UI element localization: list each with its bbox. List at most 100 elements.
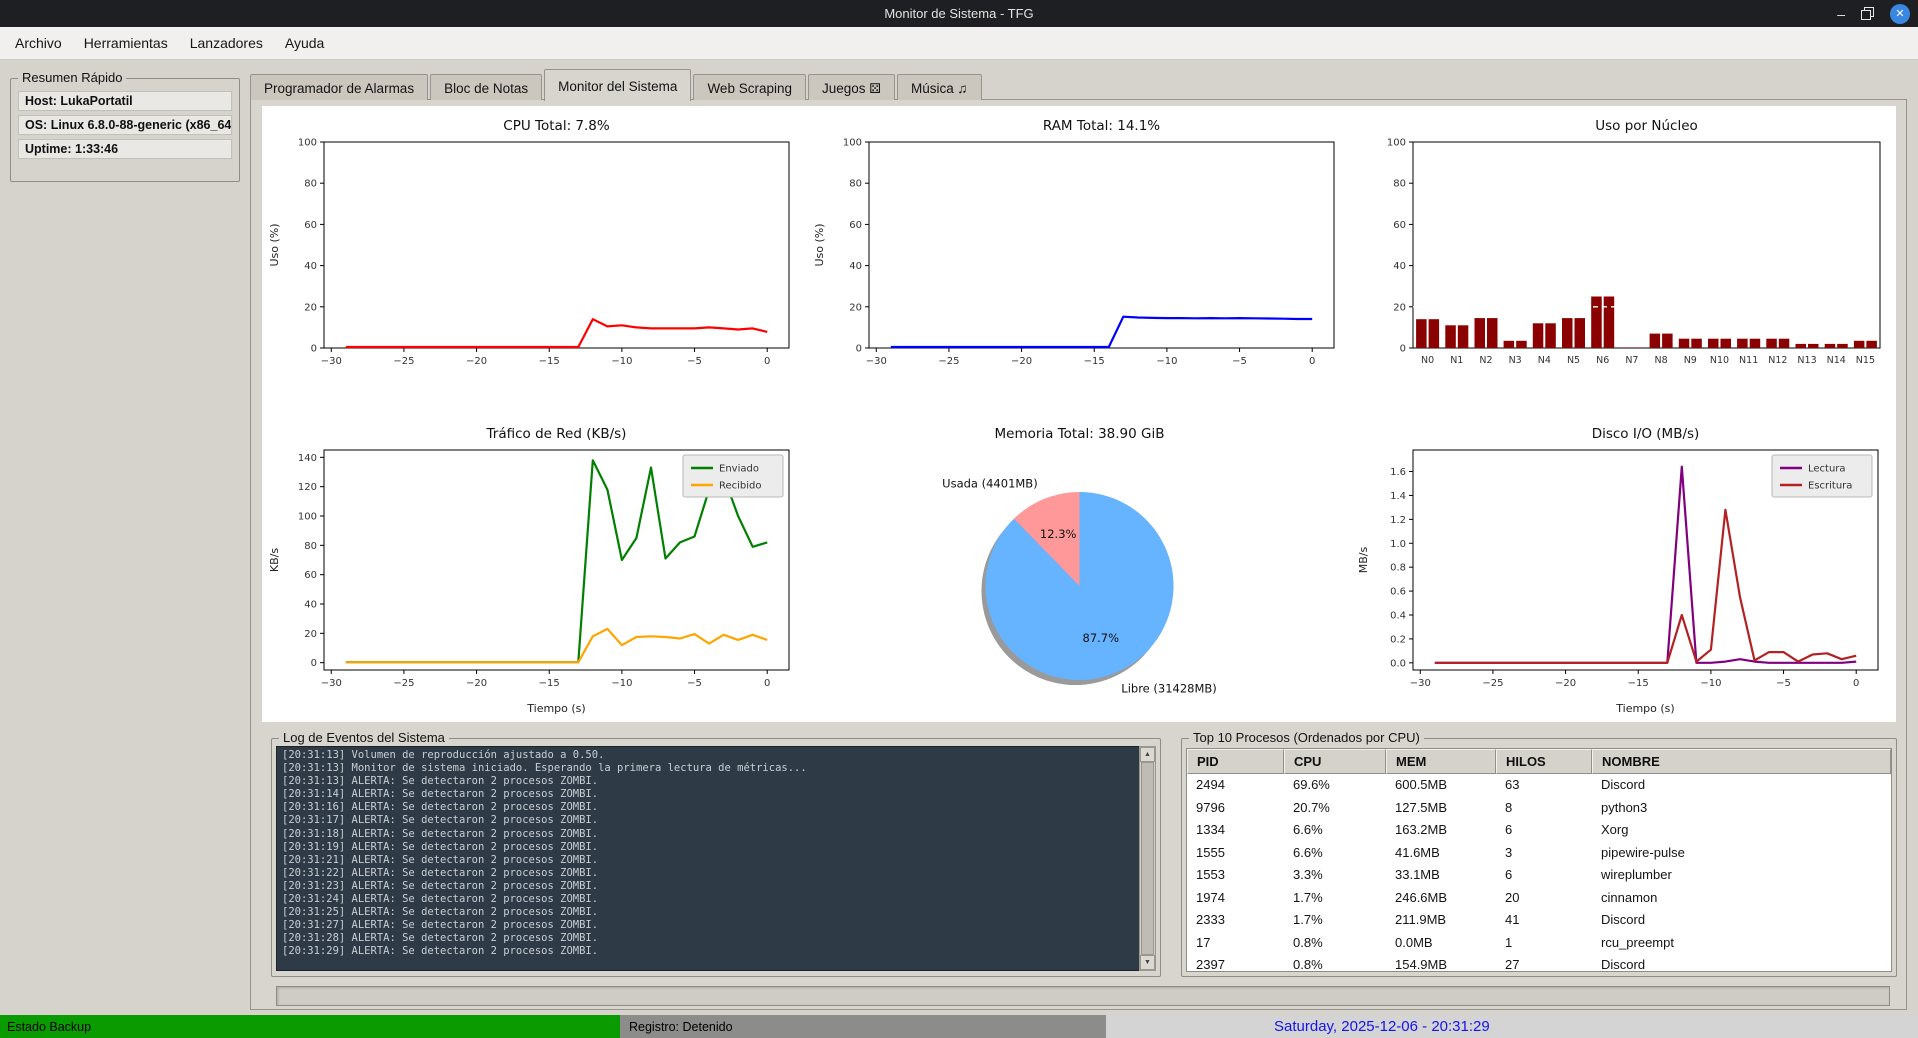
svg-text:N11: N11 [1739, 355, 1758, 366]
log-line: [20:31:18] ALERTA: Se detectaron 2 proce… [282, 828, 1139, 841]
svg-text:Recibido: Recibido [719, 481, 762, 492]
tab-juegos[interactable]: Juegos ⚄ [808, 74, 895, 100]
column-header-mem[interactable]: MEM [1386, 749, 1496, 774]
menu-item-ayuda[interactable]: Ayuda [274, 30, 335, 56]
svg-text:87.7%: 87.7% [1083, 631, 1120, 645]
close-button[interactable]: ✕ [1890, 4, 1910, 24]
table-row[interactable]: 19741.7%246.6MB20cinnamon [1187, 887, 1891, 910]
table-row[interactable]: 15533.3%33.1MB6wireplumber [1187, 864, 1891, 887]
scroll-up-icon[interactable]: ▲ [1140, 747, 1155, 762]
svg-text:−15: −15 [1628, 678, 1649, 689]
column-header-hilos[interactable]: HILOS [1496, 749, 1592, 774]
menu-item-lanzadores[interactable]: Lanzadores [179, 30, 274, 56]
svg-text:12.3%: 12.3% [1040, 527, 1077, 541]
svg-text:N10: N10 [1710, 355, 1729, 366]
svg-text:100: 100 [298, 138, 317, 149]
tab-programador-de-alarmas[interactable]: Programador de Alarmas [250, 74, 428, 100]
status-datetime: Saturday, 2025-12-06 - 20:31:29 [1106, 1015, 1918, 1038]
table-row[interactable]: 23970.8%154.9MB27Discord [1187, 954, 1891, 972]
table-cell: 1334 [1187, 819, 1284, 842]
scroll-down-icon[interactable]: ▼ [1140, 955, 1155, 970]
svg-text:100: 100 [298, 512, 317, 523]
table-cell: 1 [1496, 932, 1592, 955]
tab-bloc-de-notas[interactable]: Bloc de Notas [430, 74, 542, 100]
monitor-tab-panel: CPU Total: 7.8%020406080100−30−25−20−15−… [250, 99, 1907, 1010]
svg-text:−5: −5 [687, 356, 702, 367]
table-row[interactable]: 170.8%0.0MB1rcu_preempt [1187, 932, 1891, 955]
statusbar: Estado Backup Registro: Detenido Saturda… [0, 1015, 1918, 1038]
table-cell: 9796 [1187, 797, 1284, 820]
svg-text:60: 60 [304, 570, 317, 581]
table-cell: 63 [1496, 774, 1592, 797]
tab-web-scraping[interactable]: Web Scraping [693, 74, 806, 100]
table-cell: 1.7% [1284, 887, 1386, 910]
svg-text:Libre (31428MB): Libre (31428MB) [1121, 682, 1216, 696]
process-table-title: Top 10 Procesos (Ordenados por CPU) [1189, 730, 1424, 745]
table-cell: python3 [1592, 797, 1891, 820]
svg-text:60: 60 [304, 220, 317, 231]
svg-text:40: 40 [304, 600, 317, 611]
table-cell: 1553 [1187, 864, 1284, 887]
status-datetime-label: Saturday, 2025-12-06 - 20:31:29 [1274, 1018, 1490, 1035]
log-line: [20:31:13] Monitor de sistema iniciado. … [282, 762, 1139, 775]
log-groupbox: Log de Eventos del Sistema [20:31:13] Vo… [271, 738, 1161, 977]
log-title: Log de Eventos del Sistema [279, 730, 449, 745]
svg-text:20: 20 [304, 629, 317, 640]
log-line: [20:31:28] ALERTA: Se detectaron 2 proce… [282, 932, 1139, 945]
ram-total-chart: RAM Total: 14.1%020406080100−30−25−20−15… [807, 106, 1352, 406]
svg-text:N9: N9 [1684, 355, 1697, 366]
tab-bar: Programador de AlarmasBloc de NotasMonit… [250, 69, 982, 100]
os-info: OS: Linux 6.8.0-88-generic (x86_64) [18, 115, 232, 135]
table-cell: 2333 [1187, 909, 1284, 932]
table-cell: 3 [1496, 842, 1592, 865]
log-line: [20:31:23] ALERTA: Se detectaron 2 proce… [282, 880, 1139, 893]
table-row[interactable]: 979620.7%127.5MB8python3 [1187, 797, 1891, 820]
log-line: [20:31:13] ALERTA: Se detectaron 2 proce… [282, 775, 1139, 788]
log-line: [20:31:14] ALERTA: Se detectaron 2 proce… [282, 788, 1139, 801]
titlebar[interactable]: Monitor de Sistema - TFG – ✕ [0, 0, 1918, 27]
svg-text:80: 80 [304, 541, 317, 552]
svg-text:0: 0 [764, 356, 770, 367]
svg-text:1.4: 1.4 [1390, 491, 1406, 502]
svg-text:−20: −20 [466, 356, 487, 367]
column-header-cpu[interactable]: CPU [1284, 749, 1386, 774]
svg-text:N6: N6 [1596, 355, 1609, 366]
table-row[interactable]: 15556.6%41.6MB3pipewire-pulse [1187, 842, 1891, 865]
svg-text:Tiempo (s): Tiempo (s) [526, 702, 585, 715]
menu-item-herramientas[interactable]: Herramientas [73, 30, 179, 56]
table-cell: 6 [1496, 864, 1592, 887]
table-cell: 8 [1496, 797, 1592, 820]
svg-text:60: 60 [849, 220, 862, 231]
svg-text:−25: −25 [393, 356, 414, 367]
charts-figure: CPU Total: 7.8%020406080100−30−25−20−15−… [262, 106, 1896, 722]
table-row[interactable]: 23331.7%211.9MB41Discord [1187, 909, 1891, 932]
svg-text:Uso (%): Uso (%) [268, 223, 281, 266]
svg-text:0: 0 [1400, 344, 1406, 355]
menubar: Archivo Herramientas Lanzadores Ayuda [0, 27, 1918, 60]
svg-text:0: 0 [856, 344, 862, 355]
svg-text:20: 20 [849, 302, 862, 313]
svg-text:−30: −30 [866, 356, 887, 367]
menu-item-archivo[interactable]: Archivo [4, 30, 73, 56]
svg-text:Disco I/O (MB/s): Disco I/O (MB/s) [1592, 426, 1700, 442]
tab-m-sica[interactable]: Música ♫ [897, 74, 982, 100]
log-scrollbar[interactable]: ▲ ▼ [1139, 746, 1156, 971]
log-line: [20:31:24] ALERTA: Se detectaron 2 proce… [282, 893, 1139, 906]
table-cell: 211.9MB [1386, 909, 1496, 932]
table-row[interactable]: 249469.6%600.5MB63Discord [1187, 774, 1891, 797]
maximize-button[interactable] [1861, 7, 1874, 20]
column-header-nombre[interactable]: NOMBRE [1592, 749, 1891, 774]
tab-monitor-del-sistema[interactable]: Monitor del Sistema [544, 69, 691, 101]
svg-text:Escritura: Escritura [1808, 481, 1852, 492]
process-table-header: PIDCPUMEMHILOSNOMBRE [1187, 749, 1891, 774]
table-cell: 0.0MB [1386, 932, 1496, 955]
table-row[interactable]: 13346.6%163.2MB6Xorg [1187, 819, 1891, 842]
column-header-pid[interactable]: PID [1187, 749, 1284, 774]
svg-text:−5: −5 [1232, 356, 1247, 367]
minimize-button[interactable]: – [1837, 9, 1845, 19]
table-cell: Discord [1592, 909, 1891, 932]
table-cell: 27 [1496, 954, 1592, 972]
svg-text:0.0: 0.0 [1390, 658, 1406, 669]
svg-text:−10: −10 [1700, 678, 1721, 689]
scrollbar-thumb[interactable] [1141, 762, 1154, 955]
